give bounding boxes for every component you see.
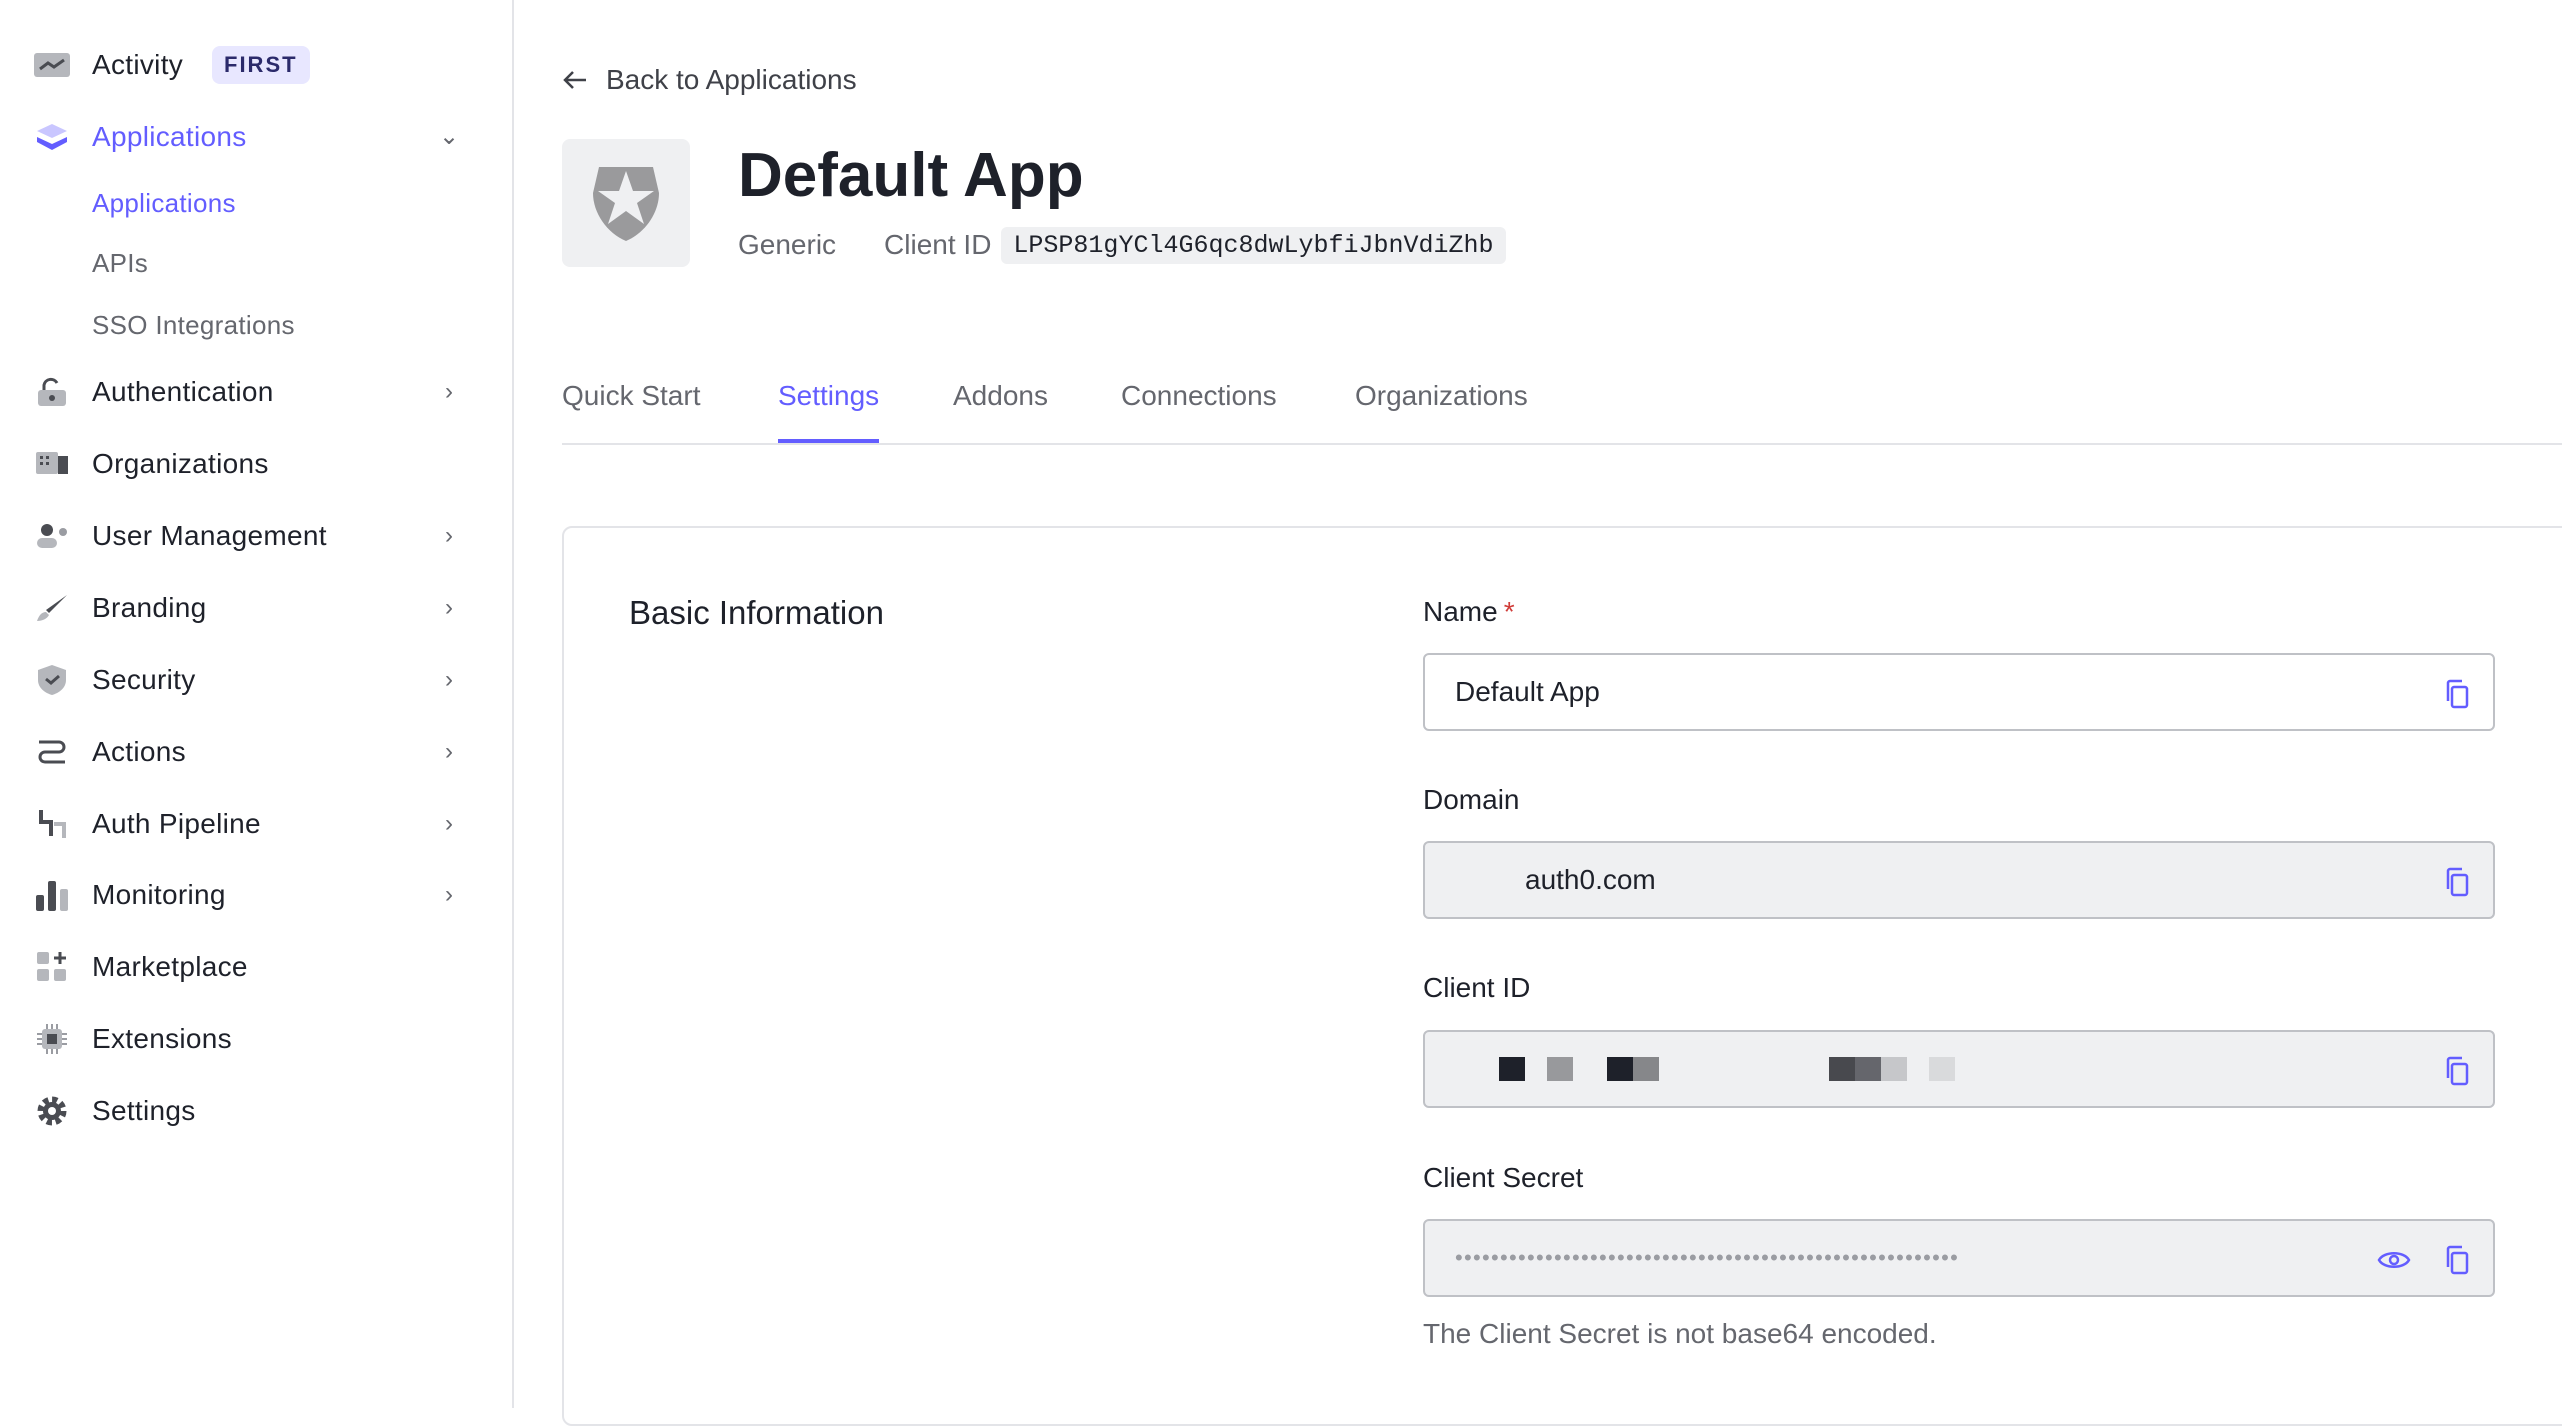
page-title: Default App: [738, 141, 1084, 210]
sidebar-item-actions[interactable]: Actions ›: [0, 722, 514, 782]
chevron-down-icon: ⌄: [438, 123, 460, 150]
client-id-input-redacted[interactable]: [1423, 1030, 2495, 1108]
client-id-label: Client ID: [884, 229, 992, 260]
client-id-field-label: Client ID: [1423, 972, 1531, 1003]
pipeline-icon: [34, 806, 70, 842]
sidebar-item-auth-pipeline[interactable]: Auth Pipeline ›: [0, 794, 514, 854]
first-badge: FIRST: [212, 46, 310, 84]
app-meta: Generic Client ID LPSP81gYCl4G6qc8dwLybf…: [738, 225, 1506, 265]
eye-icon[interactable]: [2377, 1243, 2411, 1277]
chevron-right-icon: ›: [445, 738, 453, 765]
domain-input[interactable]: auth0.com: [1423, 841, 2495, 919]
chevron-right-icon: ›: [445, 378, 453, 405]
unlock-icon: [34, 374, 70, 410]
client-secret-help-text: The Client Secret is not base64 encoded.: [1423, 1318, 1937, 1349]
building-icon: [34, 446, 70, 482]
sidebar-item-organizations[interactable]: Organizations: [0, 434, 514, 494]
activity-chart-icon: [34, 47, 70, 83]
sidebar-item-security[interactable]: Security ›: [0, 650, 514, 710]
tab-connections[interactable]: Connections: [1121, 370, 1277, 443]
client-secret-input[interactable]: ••••••••••••••••••••••••••••••••••••••••…: [1423, 1219, 2495, 1297]
sidebar-item-activity[interactable]: Activity FIRST: [0, 35, 514, 95]
auth0-shield-star-icon: [593, 167, 659, 241]
sidebar-item-monitoring[interactable]: Monitoring ›: [0, 865, 514, 925]
copy-icon[interactable]: [2441, 1243, 2475, 1277]
tab-organizations[interactable]: Organizations: [1355, 370, 1528, 443]
gear-icon: [34, 1093, 70, 1129]
sidebar-item-settings[interactable]: Settings: [0, 1081, 514, 1141]
tab-bar: Quick Start Settings Addons Connections …: [562, 370, 2562, 445]
user-gear-icon: [34, 518, 70, 554]
sidebar-item-extensions[interactable]: Extensions: [0, 1009, 514, 1069]
chevron-right-icon: ›: [445, 881, 453, 908]
client-id-code[interactable]: LPSP81gYCl4G6qc8dwLybfiJbnVdiZhb: [1001, 226, 1506, 264]
chevron-right-icon: ›: [445, 594, 453, 621]
sidebar-item-authentication[interactable]: Authentication ›: [0, 362, 514, 422]
sidebar-item-branding[interactable]: Branding ›: [0, 578, 514, 638]
required-marker: *: [1503, 596, 1515, 627]
copy-icon[interactable]: [2441, 677, 2475, 711]
chevron-right-icon: ›: [445, 810, 453, 837]
chip-icon: [34, 1021, 70, 1057]
app-logo: [562, 139, 690, 267]
tab-addons[interactable]: Addons: [953, 370, 1048, 443]
copy-icon[interactable]: [2441, 1054, 2475, 1088]
copy-icon[interactable]: [2441, 865, 2475, 899]
actions-flow-icon: [34, 734, 70, 770]
brush-icon: [34, 590, 70, 626]
section-title: Basic Information: [629, 594, 884, 631]
shield-check-icon: [34, 662, 70, 698]
tab-settings[interactable]: Settings: [778, 370, 880, 443]
sidebar: Activity FIRST Applications ⌄ Applicatio…: [0, 0, 514, 1408]
chevron-right-icon: ›: [445, 666, 453, 693]
tab-quick-start[interactable]: Quick Start: [562, 370, 700, 443]
name-label: Name *: [1423, 596, 1515, 627]
back-to-applications-link[interactable]: Back to Applications: [562, 64, 857, 96]
sidebar-subitem-sso-integrations[interactable]: SSO Integrations: [0, 295, 514, 355]
chevron-right-icon: ›: [445, 522, 453, 549]
bar-chart-icon: [34, 877, 70, 913]
domain-label: Domain: [1423, 784, 1520, 815]
arrow-left-icon: [563, 71, 586, 89]
app-type: Generic: [738, 229, 837, 260]
sidebar-item-marketplace[interactable]: Marketplace: [0, 937, 514, 997]
sidebar-subitem-apis[interactable]: APIs: [0, 233, 514, 293]
sidebar-item-user-management[interactable]: User Management ›: [0, 506, 514, 566]
layers-icon: [34, 119, 70, 155]
grid-plus-icon: [34, 949, 70, 985]
sidebar-item-applications[interactable]: Applications ⌄: [0, 107, 514, 167]
client-secret-label: Client Secret: [1423, 1162, 1584, 1193]
name-input[interactable]: Default App: [1423, 653, 2495, 731]
sidebar-subitem-applications[interactable]: Applications: [0, 173, 514, 233]
